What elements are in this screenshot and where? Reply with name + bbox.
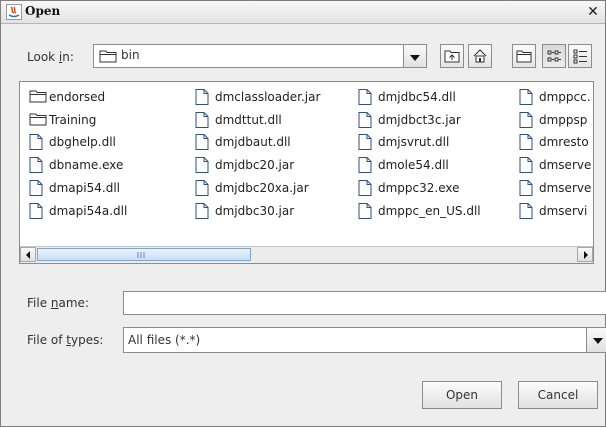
list-item-label: dmdttut.dll xyxy=(215,113,282,127)
scroll-right-button[interactable] xyxy=(577,247,593,262)
list-item-label: dmjdbc54.dll xyxy=(378,90,456,104)
list-item-label: dmppsp xyxy=(539,113,588,127)
list-item-label: dmjdbc20xa.jar xyxy=(215,181,309,195)
file-icon xyxy=(195,89,209,105)
list-item-label: endorsed xyxy=(49,90,106,104)
list-item-label: dmppc_en_US.dll xyxy=(378,204,481,218)
list-item-label: dmserve xyxy=(539,181,592,195)
horizontal-scrollbar[interactable] xyxy=(20,246,593,263)
scroll-left-button[interactable] xyxy=(20,247,36,262)
list-item-label: dbname.exe xyxy=(49,158,124,172)
list-item-label: dmservi xyxy=(539,204,588,218)
title-bar[interactable]: Open ✕ xyxy=(1,1,605,24)
list-item-label: dmjdbc30.jar xyxy=(215,204,295,218)
arrow-left-icon xyxy=(26,251,30,259)
file-icon xyxy=(519,157,533,173)
open-dialog: Open ✕ Look in: bin endorsed Training db… xyxy=(0,0,606,427)
chevron-down-icon[interactable] xyxy=(586,327,606,353)
file-icon xyxy=(29,203,43,219)
up-one-level-button[interactable] xyxy=(440,44,464,68)
file-icon xyxy=(29,134,43,150)
list-item-label: dmjsvrut.dll xyxy=(378,135,450,149)
list-item-label: dmresto xyxy=(539,135,589,149)
look-in-label: Look in: xyxy=(27,50,74,64)
file-icon xyxy=(195,180,209,196)
file-icon xyxy=(358,203,372,219)
home-icon xyxy=(473,49,487,63)
file-icon xyxy=(29,157,43,173)
file-icon xyxy=(358,89,372,105)
list-item-label: dmppcc. xyxy=(539,90,591,104)
file-icon xyxy=(358,112,372,128)
list-item-label: dmppc32.exe xyxy=(378,181,460,195)
cancel-button[interactable]: Cancel xyxy=(518,381,598,409)
folder-icon xyxy=(29,90,47,103)
close-icon[interactable]: ✕ xyxy=(585,4,601,20)
file-icon xyxy=(519,112,533,128)
list-view-button[interactable] xyxy=(542,44,566,68)
list-item-label: Training xyxy=(49,113,97,127)
file-icon xyxy=(358,134,372,150)
file-icon xyxy=(195,134,209,150)
file-types-combo[interactable]: All files (*.*) xyxy=(123,327,606,353)
file-types-label: File of types: xyxy=(27,333,104,347)
file-icon xyxy=(358,180,372,196)
list-item-label: dmclassloader.jar xyxy=(215,90,321,104)
list-item-label: dmapi54a.dll xyxy=(49,204,128,218)
arrow-right-icon xyxy=(584,251,588,259)
list-item-label: dmapi54.dll xyxy=(49,181,120,195)
file-icon xyxy=(519,180,533,196)
file-name-label: File name: xyxy=(27,296,89,310)
grip-icon xyxy=(137,252,145,258)
file-icon xyxy=(519,203,533,219)
file-name-input[interactable] xyxy=(123,291,606,315)
home-button[interactable] xyxy=(468,44,492,68)
list-item-label: dmjdbaut.dll xyxy=(215,135,291,149)
file-icon xyxy=(195,112,209,128)
java-app-icon xyxy=(6,4,22,20)
look-in-combo[interactable]: bin xyxy=(93,44,427,68)
folder-icon xyxy=(99,50,117,63)
file-list[interactable]: endorsed Training dbghelp.dll dbname.exe dma… xyxy=(19,81,594,264)
file-icon xyxy=(195,203,209,219)
folder-icon xyxy=(29,113,47,126)
chevron-down-icon[interactable] xyxy=(403,44,427,68)
file-icon xyxy=(29,180,43,196)
scroll-thumb[interactable] xyxy=(37,248,251,261)
list-item-label: dbghelp.dll xyxy=(49,135,116,149)
list-item-label: dmserve xyxy=(539,158,592,172)
file-icon xyxy=(358,157,372,173)
list-view-icon xyxy=(547,50,561,62)
window-title: Open xyxy=(25,4,61,18)
up-folder-icon xyxy=(444,50,460,63)
list-item-label: dmjdbc20.jar xyxy=(215,158,295,172)
file-types-value: All files (*.*) xyxy=(128,333,201,347)
file-icon xyxy=(195,157,209,173)
look-in-value: bin xyxy=(121,48,140,62)
list-item-label: dmole54.dll xyxy=(378,158,449,172)
file-icon xyxy=(519,89,533,105)
new-folder-button[interactable] xyxy=(512,44,536,68)
new-folder-icon xyxy=(516,50,532,63)
details-view-icon xyxy=(573,49,587,64)
open-button[interactable]: Open xyxy=(422,381,502,409)
details-view-button[interactable] xyxy=(568,44,592,68)
list-item-label: dmjdbct3c.jar xyxy=(378,113,461,127)
file-icon xyxy=(519,134,533,150)
